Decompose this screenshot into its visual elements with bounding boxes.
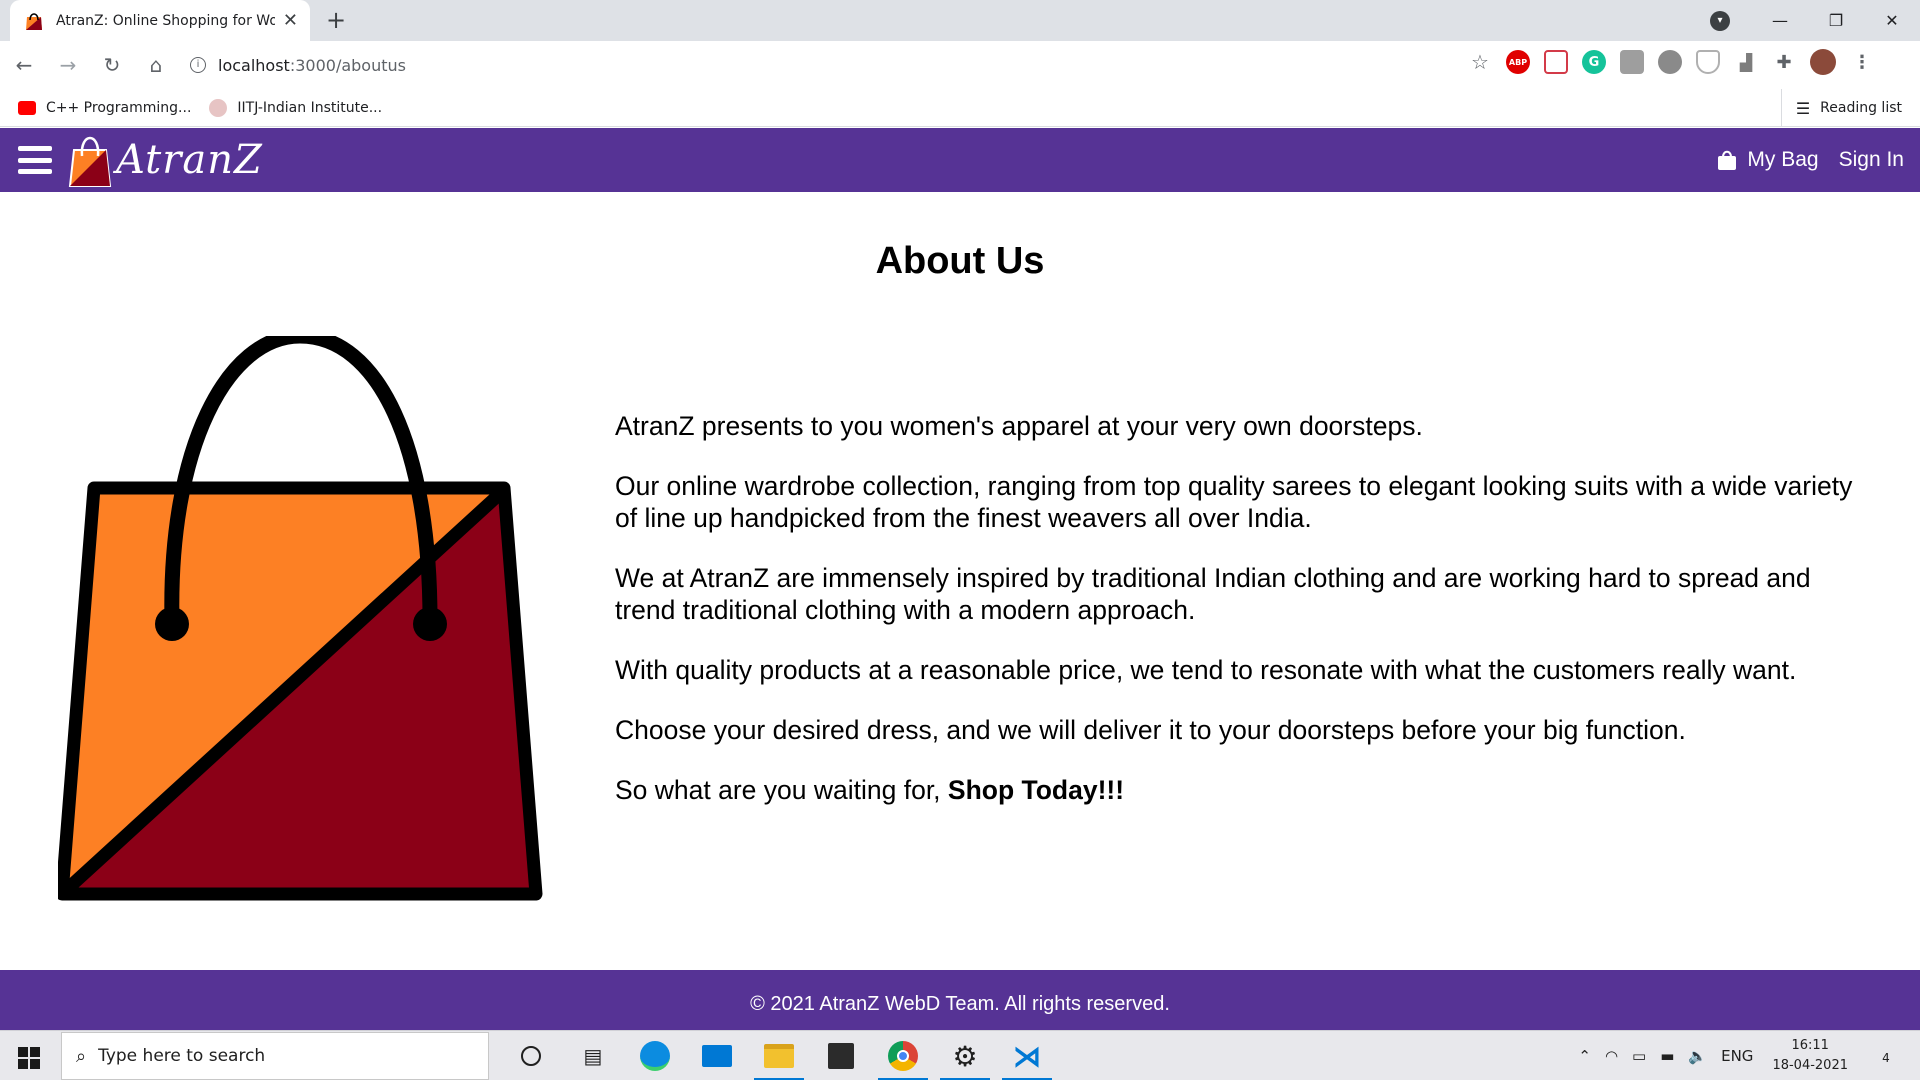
taskbar-search-placeholder: Type here to search xyxy=(98,1046,266,1066)
store-icon[interactable] xyxy=(810,1031,872,1080)
notification-center-icon[interactable]: 4 xyxy=(1866,1046,1906,1067)
taskbar-clock[interactable]: 16:11 18-04-2021 xyxy=(1772,1036,1848,1076)
volume-icon[interactable]: 🔈 xyxy=(1688,1047,1707,1065)
clock-time: 16:11 xyxy=(1791,1038,1829,1053)
site-info-icon[interactable]: i xyxy=(190,57,206,73)
about-paragraph: With quality products at a reasonable pr… xyxy=(615,655,1797,685)
taskbar-search-box[interactable]: ⌕ Type here to search xyxy=(61,1032,489,1080)
logo-bag-icon xyxy=(68,136,112,187)
file-explorer-icon[interactable] xyxy=(748,1031,810,1080)
extension-icon[interactable] xyxy=(1620,50,1644,74)
youtube-icon xyxy=(18,100,36,115)
about-paragraph: Our online wardrobe collection, ranging … xyxy=(615,471,1853,533)
reading-list-button[interactable]: ☰ Reading list xyxy=(1780,89,1902,127)
close-window-icon[interactable]: ✕ xyxy=(1864,11,1920,30)
mail-icon[interactable] xyxy=(686,1031,748,1080)
battery-icon[interactable]: ▬ xyxy=(1660,1047,1674,1065)
closing-lead: So what are you waiting for, xyxy=(615,775,948,805)
tab-title: AtranZ: Online Shopping for Wor xyxy=(56,12,275,29)
puzzle-icon[interactable]: ✚ xyxy=(1772,50,1796,74)
shopping-bag-illustration xyxy=(58,336,543,901)
footer-copyright: © 2021 AtranZ WebD Team. All rights rese… xyxy=(750,993,1170,1015)
bookmark-label: C++ Programming... xyxy=(46,99,192,116)
stats-icon[interactable]: ▟ xyxy=(1734,50,1758,74)
search-icon: ⌕ xyxy=(76,1045,87,1066)
tray-overflow-icon[interactable]: ⌃ xyxy=(1578,1047,1591,1065)
reading-list-icon: ☰ xyxy=(1795,98,1811,118)
pocket-icon[interactable] xyxy=(1544,50,1568,74)
site-logo[interactable]: AtranZ xyxy=(68,132,263,188)
windows-start-icon[interactable] xyxy=(18,1047,40,1069)
site-footer: © 2021 AtranZ WebD Team. All rights rese… xyxy=(0,970,1920,1030)
taskbar-apps: ▤ ⚙ ⋊ xyxy=(500,1031,1058,1080)
page-title: About Us xyxy=(875,240,1045,282)
bookmark-star-icon[interactable]: ☆ xyxy=(1468,50,1492,74)
hamburger-menu-icon[interactable] xyxy=(18,146,52,174)
site-header: AtranZ My Bag Sign In xyxy=(0,128,1920,192)
logo-text: AtranZ xyxy=(116,137,263,183)
wifi-icon[interactable]: ◠ xyxy=(1605,1047,1618,1065)
meet-icon[interactable]: ▭ xyxy=(1632,1047,1646,1065)
shield-icon[interactable] xyxy=(1696,50,1720,74)
reading-list-label: Reading list xyxy=(1820,100,1902,116)
browser-tab-strip: AtranZ: Online Shopping for Wor ✕ + ▾ — … xyxy=(0,0,1920,41)
avatar[interactable] xyxy=(1810,49,1836,75)
sign-in-label: Sign In xyxy=(1838,148,1904,171)
about-paragraph: AtranZ presents to you women's apparel a… xyxy=(615,411,1423,441)
grammarly-icon[interactable]: G xyxy=(1582,50,1606,74)
browser-tab-active[interactable]: AtranZ: Online Shopping for Wor ✕ xyxy=(10,0,310,41)
new-tab-button[interactable]: + xyxy=(326,6,346,34)
address-bar[interactable]: i localhost:3000/aboutus xyxy=(180,47,1480,83)
adblock-icon[interactable]: ABP xyxy=(1506,50,1530,74)
chrome-icon[interactable] xyxy=(872,1031,934,1080)
back-icon[interactable]: ← xyxy=(4,45,44,85)
windows-taskbar: ⌕ Type here to search ▤ ⚙ ⋊ ⌃ ◠ ▭ ▬ 🔈 EN… xyxy=(0,1030,1920,1080)
sign-in-link[interactable]: Sign In xyxy=(1839,148,1904,172)
bookmark-label: IITJ-Indian Institute... xyxy=(237,99,383,116)
cloud-icon[interactable] xyxy=(1658,50,1682,74)
notification-count: 4 xyxy=(1882,1050,1890,1065)
tab-close-icon[interactable]: ✕ xyxy=(283,10,298,31)
browser-toolbar: ← → ↻ ⌂ i localhost:3000/aboutus ☆ ABP G… xyxy=(0,41,1920,89)
forward-icon[interactable]: → xyxy=(48,45,88,85)
home-icon[interactable]: ⌂ xyxy=(136,45,176,85)
url-path: :3000/aboutus xyxy=(289,55,406,75)
shopping-bag-icon xyxy=(1718,150,1737,170)
restore-icon[interactable]: ❐ xyxy=(1808,11,1864,30)
about-page-main: About Us AtranZ presents to you women's … xyxy=(0,192,1920,970)
bookmark-cpp-programming[interactable]: C++ Programming... xyxy=(18,100,191,116)
clock-date: 18-04-2021 xyxy=(1772,1058,1848,1073)
settings-gear-icon[interactable]: ⚙ xyxy=(934,1031,996,1080)
shop-today-text: Shop Today!!! xyxy=(947,775,1125,805)
menu-dots-icon[interactable]: ⋮ xyxy=(1850,50,1874,74)
tab-search-icon[interactable]: ▾ xyxy=(1710,11,1730,31)
my-bag-label: My Bag xyxy=(1747,148,1819,171)
reload-icon[interactable]: ↻ xyxy=(92,45,132,85)
edge-icon[interactable] xyxy=(624,1031,686,1080)
about-text: AtranZ presents to you women's apparel a… xyxy=(615,410,1875,834)
system-tray: ⌃ ◠ ▭ ▬ 🔈 ENG 16:11 18-04-2021 4 xyxy=(1571,1031,1920,1080)
language-indicator[interactable]: ENG xyxy=(1721,1047,1753,1065)
task-view-icon[interactable]: ▤ xyxy=(562,1031,624,1080)
bookmarks-bar: C++ Programming... IITJ-Indian Institute… xyxy=(0,89,1920,127)
about-paragraph: Choose your desired dress, and we will d… xyxy=(615,715,1686,745)
window-controls: — ❐ ✕ xyxy=(1752,0,1920,41)
extension-icons: ☆ ABP G ▟ ✚ ⋮ xyxy=(1468,49,1874,75)
header-nav: My Bag Sign In xyxy=(1697,128,1904,192)
about-paragraph: We at AtranZ are immensely inspired by t… xyxy=(615,563,1811,625)
my-bag-link[interactable]: My Bag xyxy=(1717,148,1819,172)
minimize-icon[interactable]: — xyxy=(1752,11,1808,30)
url-host: localhost xyxy=(218,55,290,75)
bookmark-iitj[interactable]: IITJ-Indian Institute... xyxy=(209,98,383,117)
iitj-icon xyxy=(209,98,228,117)
about-closing: So what are you waiting for, Shop Today!… xyxy=(615,774,1875,806)
atranz-favicon-icon xyxy=(26,12,42,30)
vscode-icon[interactable]: ⋊ xyxy=(996,1031,1058,1080)
cortana-icon[interactable] xyxy=(500,1031,562,1080)
